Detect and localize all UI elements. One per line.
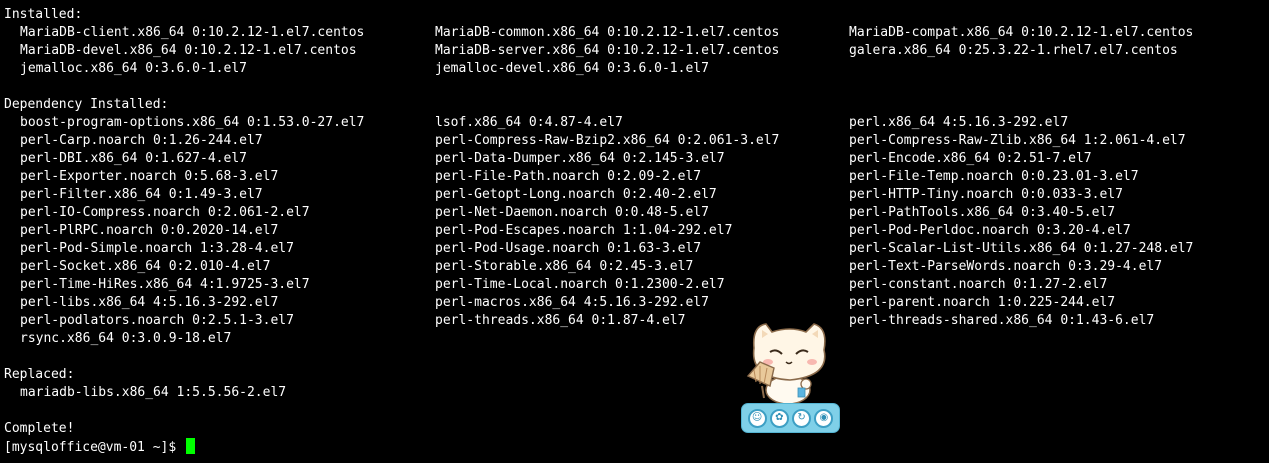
package-entry: perl-constant.noarch 0:1.27-2.el7 xyxy=(849,277,1108,292)
package-entry: perl-threads-shared.x86_64 0:1.43-6.el7 xyxy=(849,313,1155,328)
package-entry: lsof.x86_64 0:4.87-4.el7 xyxy=(435,115,623,130)
package-row: boost-program-options.x86_64 0:1.53.0-27… xyxy=(4,114,1266,132)
package-entry: perl-File-Path.noarch 0:2.09-2.el7 xyxy=(435,169,702,184)
package-row: perl-Exporter.noarch 0:5.68-3.el7 perl-Fi… xyxy=(4,168,1266,186)
package-entry: perl-DBI.x86_64 0:1.627-4.el7 xyxy=(20,151,247,166)
package-entry: perl-parent.noarch 1:0.225-244.el7 xyxy=(849,295,1116,310)
package-entry: perl.x86_64 4:5.16.3-292.el7 xyxy=(849,115,1069,130)
package-entry: perl-Socket.x86_64 0:2.010-4.el7 xyxy=(20,259,271,274)
pet-menu-button[interactable]: ☺ xyxy=(747,408,767,428)
package-row: perl-DBI.x86_64 0:1.627-4.el7 perl-Data-D… xyxy=(4,150,1266,168)
package-entry: perl-Storable.x86_64 0:2.45-3.el7 xyxy=(435,259,694,274)
package-row: mariadb-libs.x86_64 1:5.5.56-2.el7 xyxy=(4,384,1266,402)
package-entry: perl-Scalar-List-Utils.x86_64 0:1.27-248… xyxy=(849,241,1194,256)
package-entry: boost-program-options.x86_64 0:1.53.0-27… xyxy=(20,115,365,130)
package-row: MariaDB-devel.x86_64 0:10.2.12-1.el7.cen… xyxy=(4,42,1266,60)
package-entry: galera.x86_64 0:25.3.22-1.rhel7.el7.cent… xyxy=(849,43,1178,58)
cat-with-fan-icon[interactable] xyxy=(740,318,842,408)
package-row: perl-PlRPC.noarch 0:0.2020-14.el7 perl-Po… xyxy=(4,222,1266,240)
package-entry: perl-Data-Dumper.x86_64 0:2.145-3.el7 xyxy=(435,151,725,166)
package-row: MariaDB-client.x86_64 0:10.2.12-1.el7.ce… xyxy=(4,24,1266,42)
pet-toolbar: ☺ ✿ ↻ ◉ xyxy=(741,403,840,433)
package-entry: perl-Time-Local.noarch 0:1.2300-2.el7 xyxy=(435,277,725,292)
package-entry: perl-Net-Daemon.noarch 0:0.48-5.el7 xyxy=(435,205,709,220)
package-entry: perl-Compress-Raw-Bzip2.x86_64 0:2.061-3… xyxy=(435,133,780,148)
package-row: perl-Pod-Simple.noarch 1:3.28-4.el7 perl-… xyxy=(4,240,1266,258)
package-entry: perl-Pod-Usage.noarch 0:1.63-3.el7 xyxy=(435,241,702,256)
package-entry: perl-Compress-Raw-Zlib.x86_64 1:2.061-4.… xyxy=(849,133,1186,148)
package-entry: perl-podlators.noarch 0:2.5.1-3.el7 xyxy=(20,313,294,328)
text-cursor xyxy=(186,438,196,454)
package-row: perl-Socket.x86_64 0:2.010-4.el7 perl-Sto… xyxy=(4,258,1266,276)
shell-prompt-line[interactable]: [mysqloffice@vm-01 ~]$ xyxy=(4,438,1266,456)
package-entry: perl-Text-ParseWords.noarch 0:3.29-4.el7 xyxy=(849,259,1163,274)
output-line: Installed: xyxy=(4,7,83,22)
package-row: rsync.x86_64 0:3.0.9-18.el7 xyxy=(4,330,1266,348)
package-entry: MariaDB-client.x86_64 0:10.2.12-1.el7.ce… xyxy=(20,25,365,40)
package-row: perl-IO-Compress.noarch 0:2.061-2.el7 per… xyxy=(4,204,1266,222)
package-entry: perl-IO-Compress.noarch 0:2.061-2.el7 xyxy=(20,205,310,220)
package-entry: perl-PathTools.x86_64 0:3.40-5.el7 xyxy=(849,205,1116,220)
pet-chat-button[interactable]: ✿ xyxy=(769,408,789,428)
package-entry: perl-Carp.noarch 0:1.26-244.el7 xyxy=(20,133,263,148)
package-entry: perl-Time-HiRes.x86_64 4:1.9725-3.el7 xyxy=(20,277,310,292)
terminal-output[interactable]: Installed: MariaDB-client.x86_64 0:10.2.1… xyxy=(4,6,1266,456)
package-entry: perl-Pod-Escapes.noarch 1:1.04-292.el7 xyxy=(435,223,733,238)
pet-settings-button[interactable]: ◉ xyxy=(814,408,834,428)
package-entry: jemalloc-devel.x86_64 0:3.6.0-1.el7 xyxy=(435,61,709,76)
package-entry: perl-HTTP-Tiny.noarch 0:0.033-3.el7 xyxy=(849,187,1123,202)
package-row: perl-podlators.noarch 0:2.5.1-3.el7 perl-… xyxy=(4,312,1266,330)
package-row: perl-Time-HiRes.x86_64 4:1.9725-3.el7 per… xyxy=(4,276,1266,294)
package-entry: perl-Exporter.noarch 0:5.68-3.el7 xyxy=(20,169,279,184)
package-entry: perl-Pod-Perldoc.noarch 0:3.20-4.el7 xyxy=(849,223,1131,238)
package-row: jemalloc.x86_64 0:3.6.0-1.el7 jemalloc-de… xyxy=(4,60,1266,78)
package-entry: perl-Pod-Simple.noarch 1:3.28-4.el7 xyxy=(20,241,294,256)
pet-refresh-button[interactable]: ↻ xyxy=(792,408,812,428)
package-entry: rsync.x86_64 0:3.0.9-18.el7 xyxy=(20,331,232,346)
desktop-pet-widget[interactable]: ☺ ✿ ↻ ◉ xyxy=(740,318,842,436)
package-entry: MariaDB-devel.x86_64 0:10.2.12-1.el7.cen… xyxy=(20,43,357,58)
shell-prompt: [mysqloffice@vm-01 ~]$ xyxy=(4,440,185,455)
package-entry: perl-PlRPC.noarch 0:0.2020-14.el7 xyxy=(20,223,279,238)
output-line: Dependency Installed: xyxy=(4,97,169,112)
package-entry: perl-Filter.x86_64 0:1.49-3.el7 xyxy=(20,187,263,202)
package-entry: perl-Encode.x86_64 0:2.51-7.el7 xyxy=(849,151,1092,166)
package-entry: perl-Getopt-Long.noarch 0:2.40-2.el7 xyxy=(435,187,717,202)
package-row: perl-Filter.x86_64 0:1.49-3.el7 perl-Geto… xyxy=(4,186,1266,204)
package-entry: perl-macros.x86_64 4:5.16.3-292.el7 xyxy=(435,295,709,310)
package-entry: perl-threads.x86_64 0:1.87-4.el7 xyxy=(435,313,686,328)
output-line: Complete! xyxy=(4,421,75,436)
package-entry: perl-File-Temp.noarch 0:0.23.01-3.el7 xyxy=(849,169,1139,184)
package-entry: MariaDB-compat.x86_64 0:10.2.12-1.el7.ce… xyxy=(849,25,1194,40)
package-entry: jemalloc.x86_64 0:3.6.0-1.el7 xyxy=(20,61,247,76)
package-entry: MariaDB-server.x86_64 0:10.2.12-1.el7.ce… xyxy=(435,43,780,58)
output-line: Replaced: xyxy=(4,367,75,382)
package-entry: MariaDB-common.x86_64 0:10.2.12-1.el7.ce… xyxy=(435,25,780,40)
package-row: perl-Carp.noarch 0:1.26-244.el7 perl-Comp… xyxy=(4,132,1266,150)
package-entry: mariadb-libs.x86_64 1:5.5.56-2.el7 xyxy=(20,385,287,400)
package-row: perl-libs.x86_64 4:5.16.3-292.el7 perl-ma… xyxy=(4,294,1266,312)
package-entry: perl-libs.x86_64 4:5.16.3-292.el7 xyxy=(20,295,279,310)
